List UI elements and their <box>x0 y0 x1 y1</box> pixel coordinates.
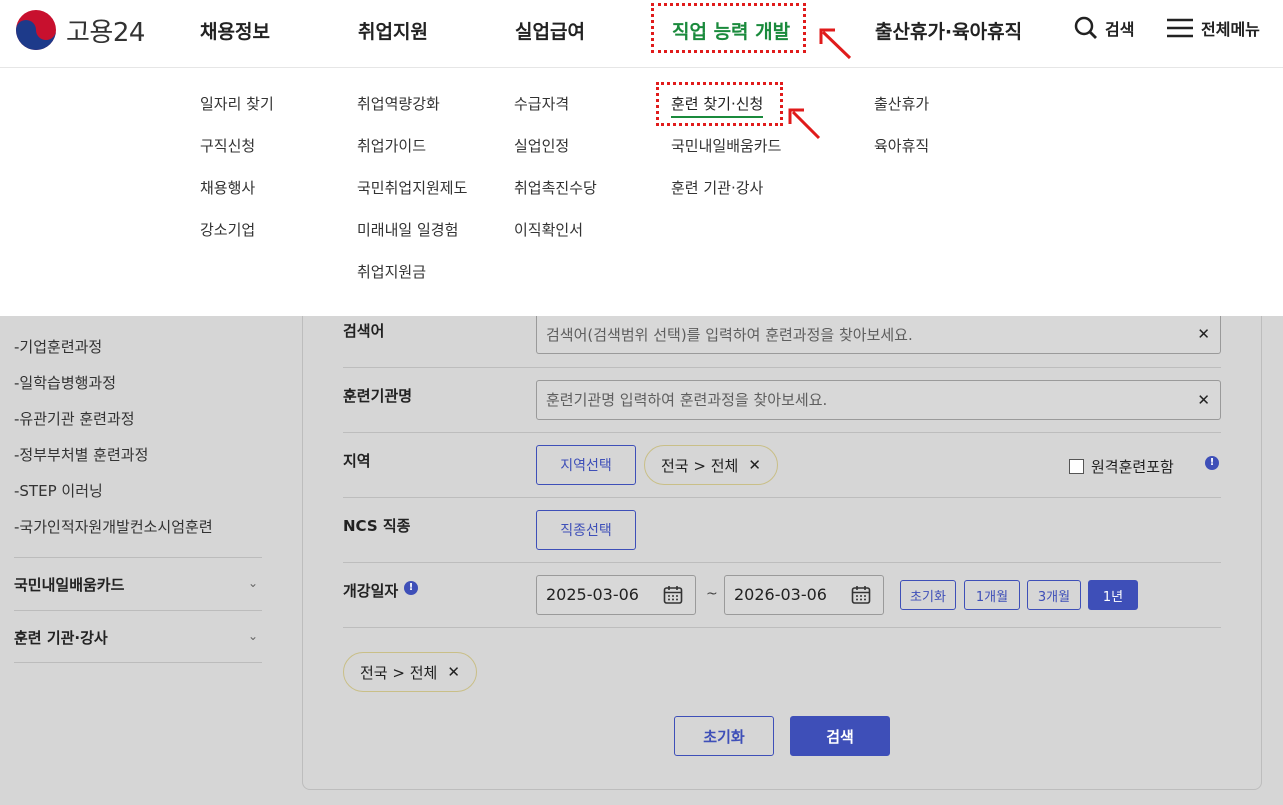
mega-col-maternity-leave: 출산휴가 육아휴직 <box>874 94 929 178</box>
info-icon[interactable]: ! <box>1205 456 1219 470</box>
menu-item[interactable]: 국민내일배움카드 <box>671 136 781 178</box>
red-arrow-icon <box>788 108 821 140</box>
menu-item[interactable]: 훈련 기관·강사 <box>671 178 781 220</box>
menu-item[interactable]: 이직확인서 <box>514 220 597 262</box>
institution-input[interactable] <box>537 381 1220 419</box>
menu-item[interactable]: 취업지원금 <box>357 262 467 304</box>
remote-training-checkbox[interactable] <box>1069 459 1084 474</box>
sidebar-item[interactable]: -정부부처별 훈련과정 <box>14 444 148 465</box>
menu-item[interactable]: 취업가이드 <box>357 136 467 178</box>
menu-item[interactable]: 구직신청 <box>200 136 274 178</box>
chevron-down-icon: ⌄ <box>247 576 258 590</box>
period-reset-button[interactable]: 초기화 <box>900 580 956 610</box>
remote-training-option[interactable]: 원격훈련포함 <box>1069 456 1174 477</box>
sidebar-item[interactable]: -STEP 이러닝 <box>14 480 103 501</box>
all-menu-label: 전체메뉴 <box>1201 20 1260 39</box>
period-1year-button[interactable]: 1년 <box>1088 580 1138 610</box>
remote-training-label: 원격훈련포함 <box>1091 458 1174 476</box>
mega-col-job-info: 일자리 찾기 구직신청 채용행사 강소기업 <box>200 94 274 262</box>
nav-employment-support[interactable]: 취업지원 <box>358 17 428 44</box>
hamburger-menu-icon <box>1167 18 1193 38</box>
menu-item[interactable]: 취업역량강화 <box>357 94 467 136</box>
search-panel: 검색어 ✕ 훈련기관명 ✕ 지역 지역선택 전국 > 전체 ✕ 원격훈련포함 !… <box>302 316 1262 790</box>
taegeuk-logo-icon <box>16 10 56 50</box>
nav-job-info[interactable]: 채용정보 <box>200 17 270 44</box>
selected-region-chip[interactable]: 전국 > 전체 ✕ <box>343 652 477 692</box>
region-chip[interactable]: 전국 > 전체 ✕ <box>644 445 778 485</box>
sidebar-item[interactable]: -유관기관 훈련과정 <box>14 408 135 429</box>
info-icon[interactable]: ! <box>404 581 418 595</box>
sidebar-section-label: 훈련 기관·강사 <box>14 629 108 647</box>
mega-menu: 일자리 찾기 구직신청 채용행사 강소기업 취업역량강화 취업가이드 국민취업지… <box>0 68 1283 316</box>
calendar-icon[interactable] <box>663 585 683 605</box>
highlight-nav-box <box>651 3 806 53</box>
menu-item[interactable]: 수급자격 <box>514 94 597 136</box>
mega-col-employment-support: 취업역량강화 취업가이드 국민취업지원제도 미래내일 일경험 취업지원금 <box>357 94 467 304</box>
ncs-select-button[interactable]: 직종선택 <box>536 510 636 550</box>
keyword-input-box: ✕ <box>536 316 1221 354</box>
menu-item[interactable]: 실업인정 <box>514 136 597 178</box>
clear-icon[interactable]: ✕ <box>1197 325 1210 343</box>
date-start-value: 2025-03-06 <box>546 585 639 604</box>
mega-col-unemployment-benefit: 수급자격 실업인정 취업촉진수당 이직확인서 <box>514 94 597 262</box>
row-divider <box>343 562 1221 563</box>
row-divider <box>343 497 1221 498</box>
sidebar-section-card[interactable]: 국민내일배움카드 ⌄ <box>14 557 262 610</box>
reset-button[interactable]: 초기화 <box>674 716 774 756</box>
menu-item[interactable]: 강소기업 <box>200 220 274 262</box>
keyword-input[interactable] <box>537 316 1220 353</box>
menu-item[interactable]: 출산휴가 <box>874 94 929 136</box>
site-header: 고용24 채용정보 취업지원 실업급여 직업 능력 개발 출산휴가·육아휴직 검… <box>0 0 1283 68</box>
red-arrow-icon <box>819 28 852 60</box>
menu-item[interactable]: 채용행사 <box>200 178 274 220</box>
logo-text: 고용24 <box>66 17 145 48</box>
date-end-field[interactable]: 2026-03-06 <box>724 575 884 615</box>
sidebar-section-label: 국민내일배움카드 <box>14 576 125 594</box>
menu-item[interactable]: 국민취업지원제도 <box>357 178 467 220</box>
row-divider <box>343 367 1221 368</box>
sidebar-item[interactable]: -국가인적자원개발컨소시엄훈련 <box>14 516 213 537</box>
highlight-submenu-box <box>656 82 783 126</box>
region-select-button[interactable]: 지역선택 <box>536 445 636 485</box>
menu-item[interactable]: 육아휴직 <box>874 136 929 178</box>
keyword-label: 검색어 <box>343 322 385 340</box>
row-divider <box>343 627 1221 628</box>
start-date-label: 개강일자 <box>343 582 399 600</box>
menu-item[interactable]: 일자리 찾기 <box>200 94 274 136</box>
institution-input-box: ✕ <box>536 380 1221 420</box>
sidebar-item[interactable]: -기업훈련과정 <box>14 336 102 357</box>
date-separator: ~ <box>706 586 718 602</box>
remove-icon[interactable]: ✕ <box>447 663 460 681</box>
ncs-label: NCS 직종 <box>343 517 411 535</box>
date-start-field[interactable]: 2025-03-06 <box>536 575 696 615</box>
period-3month-button[interactable]: 3개월 <box>1027 580 1081 610</box>
remove-icon[interactable]: ✕ <box>748 456 761 474</box>
calendar-icon[interactable] <box>851 585 871 605</box>
menu-item[interactable]: 미래내일 일경험 <box>357 220 467 262</box>
clear-icon[interactable]: ✕ <box>1197 391 1210 409</box>
selected-region-chip-label: 전국 > 전체 <box>360 663 438 682</box>
all-menu-button[interactable]: 전체메뉴 <box>1166 16 1260 40</box>
search-label: 검색 <box>1105 20 1135 39</box>
site-logo[interactable]: 고용24 <box>14 8 145 52</box>
region-chip-label: 전국 > 전체 <box>661 456 739 475</box>
chevron-down-icon: ⌄ <box>247 629 258 643</box>
date-end-value: 2026-03-06 <box>734 585 827 604</box>
search-icon <box>1074 16 1097 39</box>
menu-item[interactable]: 취업촉진수당 <box>514 178 597 220</box>
nav-unemployment-benefit[interactable]: 실업급여 <box>515 17 585 44</box>
sidebar-section-institution[interactable]: 훈련 기관·강사 ⌄ <box>14 610 262 663</box>
search-submit-button[interactable]: 검색 <box>790 716 890 756</box>
nav-maternity-parental-leave[interactable]: 출산휴가·육아휴직 <box>875 17 1022 44</box>
region-label: 지역 <box>343 452 371 470</box>
period-1month-button[interactable]: 1개월 <box>964 580 1020 610</box>
sidebar-item[interactable]: -일학습병행과정 <box>14 372 116 393</box>
search-button[interactable]: 검색 <box>1074 16 1134 40</box>
institution-label: 훈련기관명 <box>343 387 413 405</box>
row-divider <box>343 432 1221 433</box>
